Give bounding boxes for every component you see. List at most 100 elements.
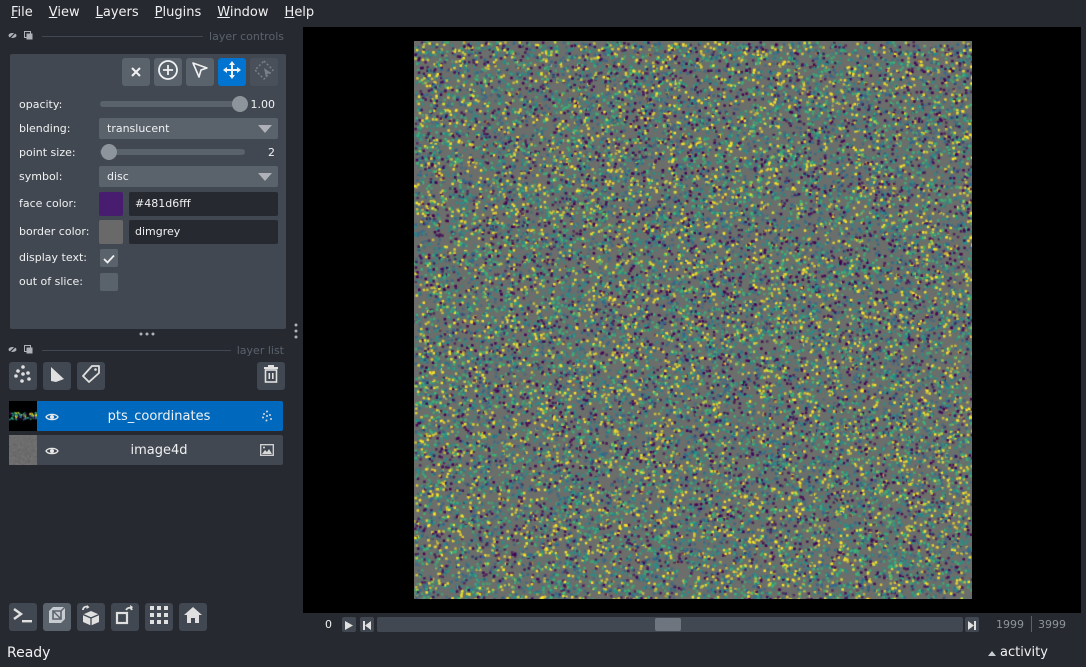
point-size-slider[interactable] [100, 149, 245, 155]
symbol-label: symbol: [19, 170, 63, 183]
dock-float-icon[interactable] [24, 345, 34, 355]
dock-close-icon[interactable] [8, 345, 18, 355]
pan-zoom-button[interactable] [218, 58, 246, 86]
symbol-dropdown[interactable]: disc [99, 166, 278, 187]
menu-layers[interactable]: Layers [91, 5, 144, 20]
transform-icon [253, 59, 275, 85]
visibility-toggle[interactable] [37, 441, 67, 460]
shapes-icon [47, 364, 67, 388]
menu-view[interactable]: View [44, 5, 85, 20]
point-size-label: point size: [19, 146, 76, 159]
delete-points-button[interactable] [122, 58, 150, 86]
layer-row-image4d[interactable]: image4d [9, 435, 283, 465]
symbol-value: disc [107, 170, 129, 183]
menu-bar: File View Layers Plugins Window Help [0, 0, 1086, 24]
opacity-label: opacity: [19, 98, 63, 111]
layer-thumbnail [9, 401, 37, 431]
layer-name[interactable]: image4d [67, 443, 251, 458]
skip-start-icon [363, 615, 371, 634]
point-size-value: 2 [268, 146, 275, 159]
dock-splitter-handle[interactable] [139, 328, 155, 339]
out-of-slice-label: out of slice: [19, 275, 83, 288]
play-icon [345, 615, 353, 634]
play-button[interactable] [342, 617, 356, 632]
dims-scrubber-handle[interactable] [655, 618, 681, 631]
layer-controls-titlebar: layer controls [8, 29, 284, 43]
activity-toggle[interactable]: activity [988, 645, 1048, 660]
transpose-dimensions-button[interactable] [111, 603, 139, 631]
grid-icon [149, 605, 169, 629]
frame-separator [1031, 616, 1032, 632]
blending-label: blending: [19, 122, 71, 135]
border-color-swatch[interactable] [99, 220, 123, 244]
display-text-checkbox[interactable] [100, 249, 118, 267]
axis-label[interactable]: 0 [325, 618, 332, 631]
layer-row-pts-coordinates[interactable]: pts_coordinates [9, 401, 283, 431]
reset-view-button[interactable] [179, 603, 207, 631]
points-layer-icon [251, 410, 283, 422]
menu-window[interactable]: Window [212, 5, 273, 20]
opacity-slider[interactable] [100, 101, 240, 107]
blending-dropdown[interactable]: translucent [99, 118, 278, 139]
select-points-button[interactable] [186, 58, 214, 86]
points-layer-render [414, 41, 972, 599]
trash-icon [262, 364, 280, 388]
dims-scrubber[interactable] [377, 617, 963, 632]
border-color-input[interactable]: dimgrey [129, 220, 278, 244]
dock-float-icon[interactable] [24, 31, 34, 41]
layer-name[interactable]: pts_coordinates [67, 409, 251, 424]
eye-icon [45, 441, 59, 460]
status-text: Ready [7, 645, 51, 661]
console-button[interactable] [9, 603, 37, 631]
delete-layer-button[interactable] [257, 362, 285, 390]
checkmark-icon [103, 249, 115, 268]
transform-button[interactable] [250, 58, 278, 86]
eye-icon [45, 407, 59, 426]
layer-controls-panel: opacity: 1.00 blending: translucent poin… [10, 54, 286, 329]
border-color-label: border color: [19, 225, 90, 238]
opacity-value: 1.00 [250, 98, 276, 111]
current-frame-value[interactable]: 1999 [996, 618, 1024, 631]
new-shapes-layer-button[interactable] [43, 362, 71, 390]
layer-list-title: layer list [236, 343, 284, 357]
viewer-canvas[interactable] [303, 27, 1081, 613]
dock-title-divider [42, 35, 204, 37]
face-color-input[interactable]: #481d6fff [129, 192, 278, 216]
transpose-icon [114, 604, 136, 630]
menu-plugins[interactable]: Plugins [150, 5, 207, 20]
display-text-label: display text: [19, 251, 87, 264]
step-back-button[interactable] [360, 617, 374, 632]
layer-list-titlebar: layer list [8, 343, 284, 357]
grid-view-button[interactable] [145, 603, 173, 631]
face-color-label: face color: [19, 197, 77, 210]
activity-label: activity [1000, 645, 1048, 660]
close-icon [130, 63, 142, 82]
step-forward-button[interactable] [965, 617, 979, 632]
dims-slider: 0 1999 3999 [303, 613, 1081, 637]
cube-wireframe-icon [47, 605, 67, 629]
blending-value: translucent [107, 122, 170, 135]
point-size-slider-handle[interactable] [101, 144, 118, 160]
add-points-button[interactable] [154, 58, 182, 86]
image-layer-icon [251, 444, 283, 456]
dock-resize-handle[interactable] [294, 323, 298, 343]
menu-file[interactable]: File [6, 5, 38, 20]
dock-title-divider [42, 349, 231, 351]
new-points-layer-button[interactable] [9, 362, 37, 390]
face-color-swatch[interactable] [99, 192, 123, 216]
dock-close-icon[interactable] [8, 31, 18, 41]
terminal-icon [12, 606, 34, 628]
caret-up-icon [988, 645, 996, 660]
skip-end-icon [968, 615, 976, 634]
tag-icon [81, 364, 101, 388]
chevron-down-icon [258, 125, 272, 133]
menu-help[interactable]: Help [280, 5, 320, 20]
visibility-toggle[interactable] [37, 407, 67, 426]
roll-dimensions-button[interactable] [77, 603, 105, 631]
opacity-slider-handle[interactable] [232, 96, 248, 112]
max-frame-value: 3999 [1038, 618, 1066, 631]
out-of-slice-checkbox[interactable] [100, 273, 118, 291]
toggle-ndisplay-button[interactable] [43, 603, 71, 631]
plus-circle-icon [157, 59, 179, 85]
new-labels-layer-button[interactable] [77, 362, 105, 390]
